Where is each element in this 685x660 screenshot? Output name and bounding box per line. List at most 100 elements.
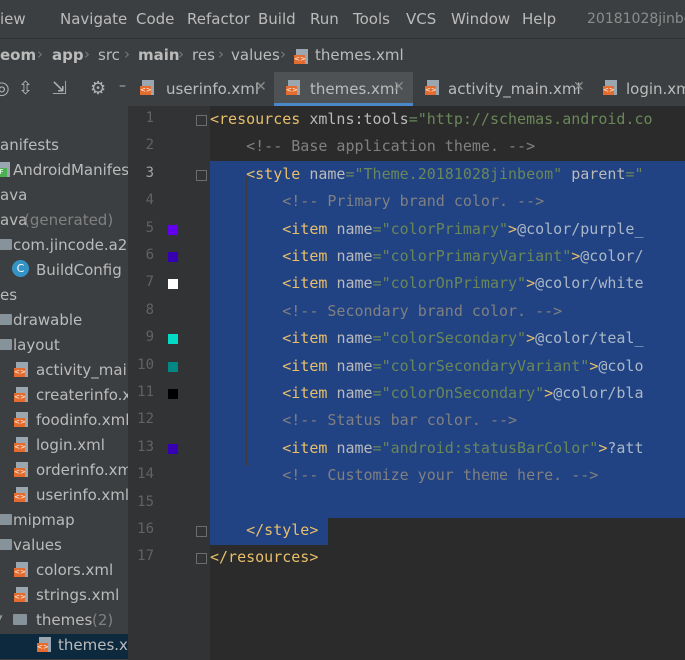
tree-item-themes-folder[interactable]: ▾ themes (2) xyxy=(0,609,128,634)
color-swatch-icon[interactable] xyxy=(168,334,178,345)
menu-build[interactable]: Build xyxy=(258,10,296,28)
code-token: > xyxy=(571,247,581,265)
tree-item-colors[interactable]: <> colors.xml xyxy=(0,559,128,584)
fold-icon[interactable] xyxy=(196,170,207,181)
fold-icon[interactable] xyxy=(196,526,207,537)
tree-item-res[interactable]: es xyxy=(0,284,128,309)
color-swatch-icon[interactable] xyxy=(168,443,178,454)
code-line: <resources xmlns:tools="http://schemas.a… xyxy=(210,110,653,128)
code-token: > xyxy=(589,356,599,375)
code-token: </style> xyxy=(210,521,319,539)
tab-themes[interactable]: <> themes.xml ✕ xyxy=(274,72,413,106)
menu-help[interactable]: Help xyxy=(522,10,556,28)
tree-item-package[interactable]: com.jincode.a201 xyxy=(0,234,128,259)
tab-label: activity_main.xml xyxy=(448,80,581,98)
tree-item-java-generated[interactable]: ava (generated) xyxy=(0,209,128,234)
menu-window[interactable]: Window xyxy=(451,10,510,28)
color-swatch-icon[interactable] xyxy=(168,361,178,372)
breadcrumb-file[interactable]: themes.xml xyxy=(315,46,404,64)
tab-activity-main[interactable]: <> activity_main.xml ✕ xyxy=(413,72,591,106)
breadcrumb-app[interactable]: app xyxy=(52,46,84,64)
gear-icon[interactable]: ⚙ xyxy=(90,78,106,99)
tree-item-createrinfo[interactable]: <> createrinfo.xm xyxy=(0,384,128,409)
code-editor[interactable]: <resources xmlns:tools="http://schemas.a… xyxy=(210,106,685,660)
tree-item-strings[interactable]: <> strings.xml xyxy=(0,584,128,609)
fold-icon[interactable] xyxy=(196,553,207,564)
minimize-icon[interactable]: – xyxy=(119,78,126,94)
code-token: parent xyxy=(571,164,626,183)
color-swatch-icon[interactable] xyxy=(168,389,178,399)
line-number: 1 xyxy=(145,110,154,126)
menu-code[interactable]: Code xyxy=(136,10,174,28)
line-number: 17 xyxy=(137,548,154,565)
code-line: <item name="android:statusBarColor">?att xyxy=(210,438,643,457)
menu-run[interactable]: Run xyxy=(310,10,339,28)
color-swatch-icon[interactable] xyxy=(168,279,178,290)
code-token: > xyxy=(508,219,518,238)
code-line: </style> xyxy=(210,521,318,539)
breadcrumb-res[interactable]: res xyxy=(192,46,215,64)
code-token: <resources xyxy=(210,110,310,128)
code-token: ="colorSecondary" xyxy=(372,329,527,348)
tree-item-buildconfig[interactable]: C BuildConfig xyxy=(0,259,128,284)
fold-icon[interactable] xyxy=(196,115,207,126)
breadcrumb-main[interactable]: main xyxy=(138,46,180,64)
crosshair-icon[interactable]: ◎ xyxy=(0,78,10,99)
tab-login[interactable]: <> login.xm xyxy=(591,72,685,106)
code-token: <item xyxy=(210,384,337,402)
code-token: > xyxy=(544,384,554,402)
chevron-down-icon[interactable]: ▾ xyxy=(0,611,3,624)
menu-refactor[interactable]: Refactor xyxy=(187,10,250,28)
collapse-all-icon[interactable]: ⇲ xyxy=(52,78,67,99)
code-line: <style name="Theme.20181028jinbeom" pare… xyxy=(210,164,643,183)
code-line: <!-- Base application theme. --> xyxy=(210,137,535,155)
color-swatch-icon[interactable] xyxy=(168,224,178,235)
tree-item-foodinfo[interactable]: <> foodinfo.xml xyxy=(0,409,128,434)
tree-label: mipmap xyxy=(13,511,75,529)
tree-item-values[interactable]: values xyxy=(0,534,128,559)
tree-item-java[interactable]: ava xyxy=(0,184,128,209)
tree-label: drawable xyxy=(13,311,83,329)
tree-label: anifests xyxy=(0,136,59,154)
tree-item-androidmanifest[interactable]: F AndroidManifest xyxy=(0,159,128,184)
code-token: > xyxy=(526,274,536,293)
tree-item-mipmap[interactable]: mipmap xyxy=(0,509,128,534)
code-line: <item name="colorOnSecondary">@color/bla xyxy=(210,384,643,402)
code-token: @colo xyxy=(598,356,644,375)
tree-item-drawable[interactable]: drawable xyxy=(0,309,128,334)
code-token: name xyxy=(336,438,373,457)
close-icon[interactable]: ✕ xyxy=(393,79,405,95)
tree-item-manifests[interactable]: anifests xyxy=(0,134,128,159)
editor-tabs: <> userinfo.xml ✕ <> themes.xml ✕ <> act… xyxy=(128,72,685,106)
tree-item-orderinfo[interactable]: <> orderinfo.xml xyxy=(0,459,128,484)
tab-userinfo[interactable]: <> userinfo.xml ✕ xyxy=(128,72,274,106)
tree-item-activity-main[interactable]: <> activity_main.x xyxy=(0,359,128,384)
code-token: <!-- Base application theme. --> xyxy=(210,137,536,156)
breadcrumb-project[interactable]: eom xyxy=(0,46,36,64)
menu-navigate[interactable]: Navigate xyxy=(60,10,127,28)
breadcrumb-values[interactable]: values xyxy=(231,46,280,64)
xml-file-icon: <> xyxy=(603,80,623,96)
tree-label: foodinfo.xml xyxy=(36,411,128,429)
line-number: 6 xyxy=(145,247,154,263)
color-swatch-icon[interactable] xyxy=(168,252,178,262)
close-icon[interactable]: ✕ xyxy=(255,79,267,95)
line-number: 9 xyxy=(145,329,154,346)
expand-all-icon[interactable]: ⇳ xyxy=(18,78,33,99)
code-line: <!-- Secondary brand color. --> xyxy=(210,302,562,320)
code-line: </resources> xyxy=(210,548,318,566)
close-icon[interactable]: ✕ xyxy=(573,79,585,95)
tree-item-themes-xml[interactable]: <> themes.xm xyxy=(0,634,128,659)
tree-item-login[interactable]: <> login.xml xyxy=(0,434,128,459)
tree-item-layout[interactable]: layout xyxy=(0,334,128,359)
tree-item-userinfo[interactable]: <> userinfo.xml xyxy=(0,484,128,509)
tree-label: com.jincode.a201 xyxy=(13,236,128,254)
menu-vcs[interactable]: VCS xyxy=(406,10,436,28)
tree-label: themes xyxy=(36,611,93,629)
code-token: name xyxy=(336,329,373,348)
code-token: <item xyxy=(210,329,337,348)
menu-view[interactable]: iew xyxy=(0,10,26,28)
line-number: 8 xyxy=(145,301,154,318)
menu-tools[interactable]: Tools xyxy=(353,10,390,28)
breadcrumb-src[interactable]: src xyxy=(98,46,120,64)
